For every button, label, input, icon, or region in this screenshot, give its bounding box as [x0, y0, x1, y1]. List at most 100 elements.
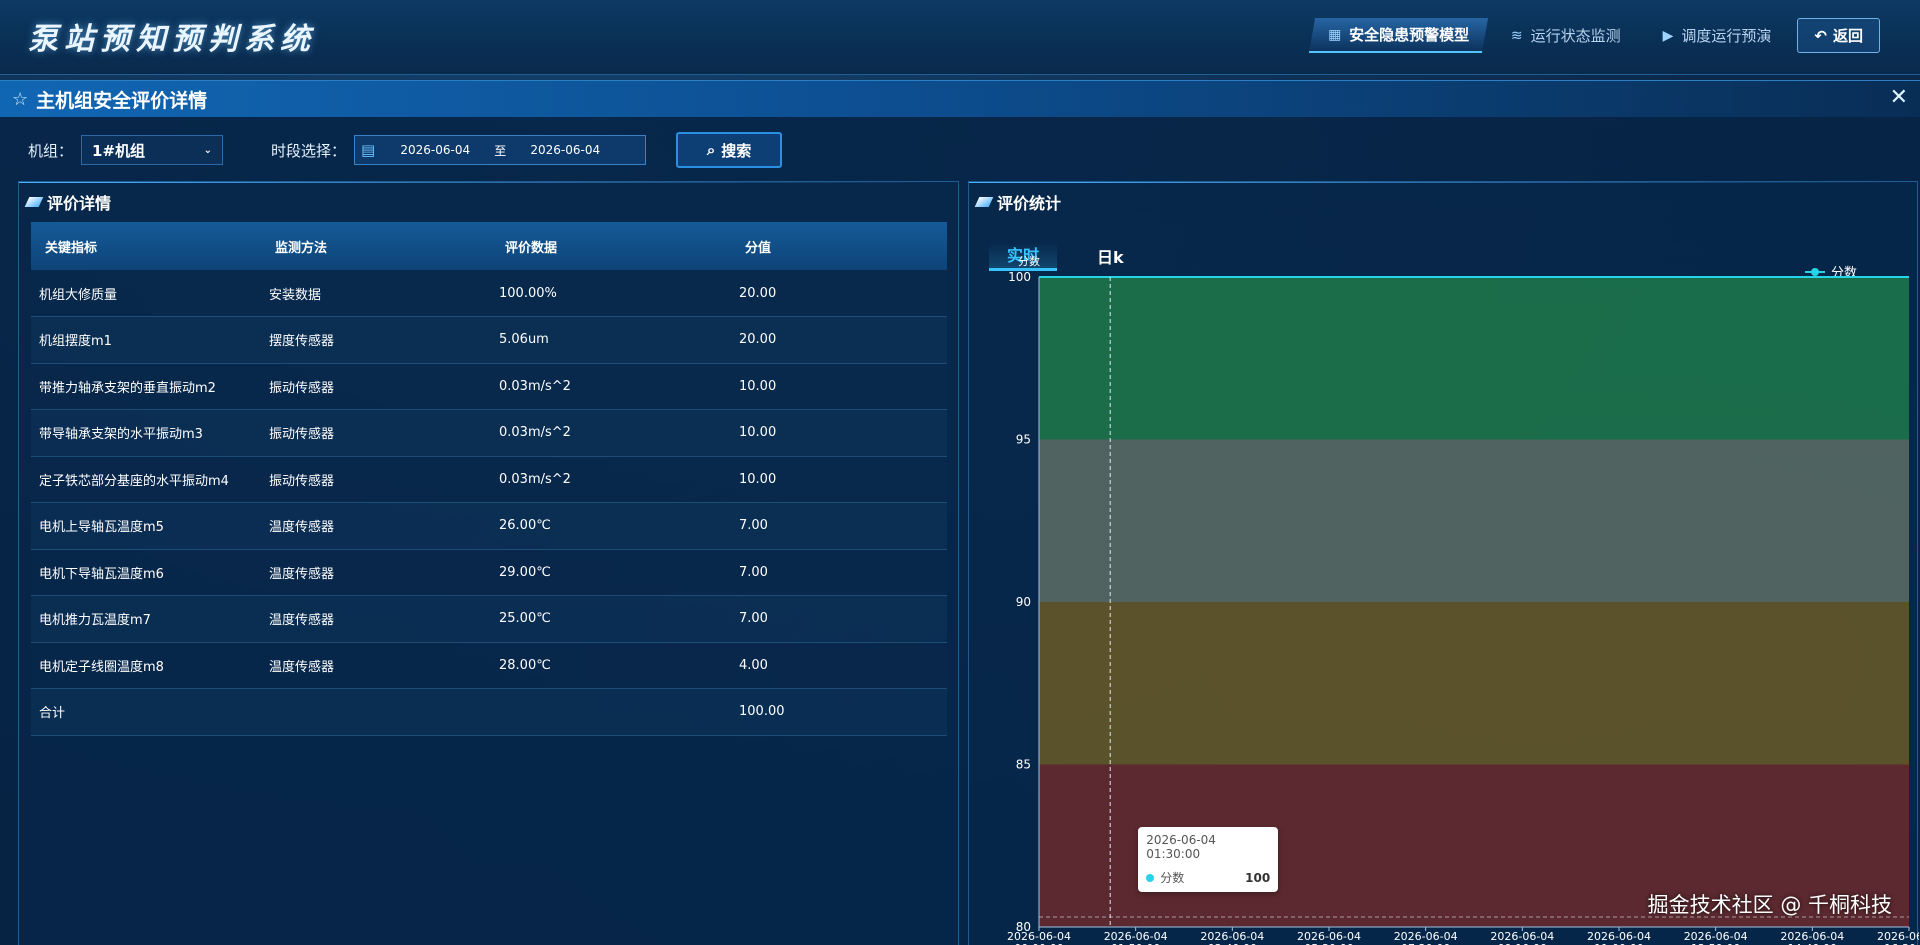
search-label: 搜索	[721, 141, 752, 160]
play-icon: ▶	[1662, 27, 1674, 44]
col-header-score: 分值	[731, 222, 947, 270]
table-cell: 7.00	[731, 502, 947, 550]
evaluation-stats-panel: 评价统计 实时 日k 分数 分数808590951002026-06-0400:…	[968, 181, 1919, 945]
tooltip-dot	[1146, 874, 1155, 882]
nav-item-dispatch-preview[interactable]: ▶ 调度运行预演	[1647, 18, 1788, 53]
chart-band	[1039, 277, 1909, 440]
table-cell: 10.00	[731, 363, 947, 410]
back-button[interactable]: ↶ 返回	[1797, 18, 1880, 53]
nav-item-safety-warning[interactable]: ▦ 安全隐患预警模型	[1308, 18, 1488, 53]
table-cell: 10.00	[731, 456, 947, 503]
back-arrow-icon: ↶	[1814, 26, 1827, 45]
table-row: 电机上导轴瓦温度m5 温度传感器 26.00℃ 7.00	[31, 502, 947, 550]
col-header-indicator: 关键指标	[31, 222, 261, 270]
top-nav: ▦ 安全隐患预警模型 ≋ 运行状态监测 ▶ 调度运行预演 ↶ 返回	[1308, 18, 1880, 53]
chart-tooltip: 2026-06-04 01:30:00 分数 100	[1138, 827, 1279, 892]
table-cell: 7.00	[731, 595, 947, 643]
date-range-picker[interactable]: ▤ 2026-06-04 至 2026-06-04	[354, 135, 647, 165]
table-cell: 机组大修质量	[31, 270, 261, 317]
col-header-data: 评价数据	[491, 222, 731, 270]
table-row: 电机下导轴瓦温度m6 温度传感器 29.00℃ 7.00	[31, 549, 947, 596]
table-cell: 20.00	[731, 316, 947, 364]
table-cell: 温度传感器	[261, 502, 491, 550]
table-cell: 电机上导轴瓦温度m5	[31, 502, 261, 550]
close-icon[interactable]: ✕	[1890, 85, 1908, 110]
table-cell: 振动传感器	[261, 456, 491, 503]
period-label: 时段选择：	[271, 141, 347, 160]
table-row: 合计 100.00	[31, 688, 947, 736]
search-button[interactable]: ⌕ 搜索	[676, 132, 783, 168]
back-label: 返回	[1832, 27, 1863, 45]
table-cell: 29.00℃	[491, 549, 731, 596]
col-header-method: 监测方法	[261, 222, 491, 270]
table-cell: 温度传感器	[261, 595, 491, 643]
table-row: 定子铁芯部分基座的水平振动m4 振动传感器 0.03m/s^2 10.00	[31, 456, 947, 503]
table-cell: 电机推力瓦温度m7	[31, 595, 261, 643]
table-cell: 机组摆度m1	[31, 316, 261, 364]
table-cell: 26.00℃	[491, 502, 731, 550]
table-row: 带导轴承支架的水平振动m3 振动传感器 0.03m/s^2 10.00	[31, 409, 947, 457]
nav-item-label: 安全隐患预警模型	[1349, 26, 1470, 44]
table-row: 机组摆度m1 摆度传感器 5.06um 20.00	[31, 316, 947, 364]
date-end[interactable]: 2026-06-04	[515, 143, 615, 157]
search-icon: ⌕	[706, 141, 716, 159]
detail-panel-title: 评价详情	[47, 194, 112, 213]
table-cell: 5.06um	[491, 316, 731, 364]
table-cell: 带推力轴承支架的垂直振动m2	[31, 363, 261, 410]
table-cell: 振动传感器	[261, 409, 491, 457]
table-cell: 10.00	[731, 409, 947, 457]
table-cell: 100.00%	[491, 270, 731, 317]
star-icon: ☆	[12, 88, 29, 110]
y-tick-label: 95	[1016, 433, 1031, 447]
table-cell	[261, 688, 491, 736]
table-cell: 0.03m/s^2	[491, 409, 731, 457]
table-cell: 电机定子线圈温度m8	[31, 642, 261, 689]
panel-accent-line	[19, 182, 958, 183]
table-cell: 振动传感器	[261, 363, 491, 410]
nav-item-label: 运行状态监测	[1530, 27, 1621, 45]
tooltip-time: 2026-06-04 01:30:00	[1146, 833, 1216, 861]
table-cell: 25.00℃	[491, 595, 731, 643]
y-tick-label: 100	[1008, 270, 1031, 284]
table-cell	[491, 688, 731, 736]
top-header: 泵站预知预判系统 ▦ 安全隐患预警模型 ≋ 运行状态监测 ▶ 调度运行预演 ↶ …	[0, 0, 1920, 75]
table-cell: 100.00	[731, 688, 947, 736]
watermark: 掘金技术社区 @ 千桐科技	[1647, 893, 1892, 917]
panel-title-icon	[24, 197, 44, 207]
y-tick-label: 85	[1016, 758, 1031, 772]
grid-icon: ▦	[1327, 26, 1342, 43]
score-chart[interactable]: 分数808590951002026-06-0400:00:002026-06-0…	[969, 182, 1919, 945]
date-separator: 至	[494, 143, 507, 158]
table-cell: 定子铁芯部分基座的水平振动m4	[31, 456, 261, 503]
table-cell: 20.00	[731, 270, 947, 317]
panel-title: 评价详情	[24, 190, 112, 214]
modal-title: 主机组安全评价详情	[36, 89, 208, 112]
unit-select[interactable]: 1#机组 ⌄	[81, 135, 224, 165]
nav-item-status-monitor[interactable]: ≋ 运行状态监测	[1495, 18, 1637, 53]
table-cell: 28.00℃	[491, 642, 731, 689]
table-row: 电机定子线圈温度m8 温度传感器 28.00℃ 4.00	[31, 642, 947, 689]
table-row: 机组大修质量 安装数据 100.00% 20.00	[31, 270, 947, 317]
calendar-icon: ▤	[361, 141, 376, 159]
table-header-row: 关键指标 监测方法 评价数据 分值	[31, 222, 947, 270]
filter-bar: 机组： 1#机组 ⌄ 时段选择： ▤ 2026-06-04 至 2026-06-…	[28, 132, 783, 168]
evaluation-detail-panel: 评价详情 关键指标 监测方法 评价数据 分值 机组大修质量 安装数据 100.00%…	[18, 181, 959, 945]
table-cell: 0.03m/s^2	[491, 456, 731, 503]
unit-safety-detail-modal: ☆ 主机组安全评价详情 ✕ 机组： 1#机组 ⌄ 时段选择： ▤ 2026-06…	[0, 80, 1920, 945]
table-cell: 电机下导轴瓦温度m6	[31, 549, 261, 596]
table-cell: 4.00	[731, 642, 947, 689]
table-row: 电机推力瓦温度m7 温度传感器 25.00℃ 7.00	[31, 595, 947, 643]
app-title: 泵站预知预判系统	[28, 22, 316, 57]
chart-band	[1039, 439, 1909, 602]
chevron-down-icon: ⌄	[203, 144, 213, 156]
y-tick-label: 90	[1016, 595, 1031, 609]
table-cell: 带导轴承支架的水平振动m3	[31, 409, 261, 457]
table-cell: 安装数据	[261, 270, 491, 317]
unit-select-value: 1#机组	[92, 141, 146, 160]
tooltip-series: 分数	[1160, 871, 1185, 885]
evaluation-table: 关键指标 监测方法 评价数据 分值 机组大修质量 安装数据 100.00% 20.00…	[31, 222, 947, 736]
date-start[interactable]: 2026-06-04	[385, 143, 485, 157]
y-axis-label: 分数	[1018, 255, 1040, 268]
layers-icon: ≋	[1510, 27, 1523, 44]
tooltip-value: 100	[1245, 870, 1271, 885]
